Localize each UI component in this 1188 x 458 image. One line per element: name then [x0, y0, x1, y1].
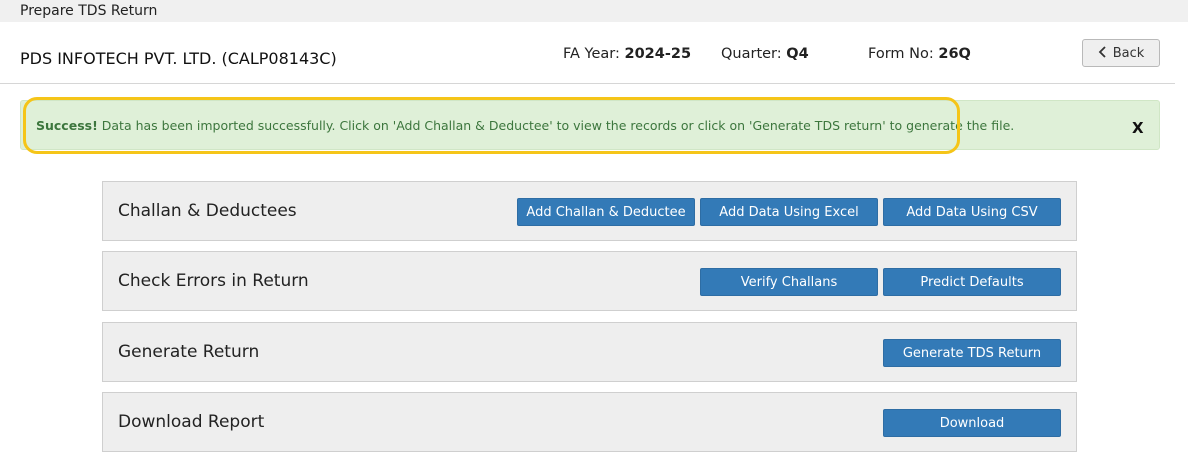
form-number-value: 26Q — [938, 46, 971, 62]
form-number-label: Form No: — [868, 46, 939, 62]
add-challan-deductee-button[interactable]: Add Challan & Deductee — [517, 198, 695, 226]
header: PDS INFOTECH PVT. LTD. (CALP08143C) FA Y… — [0, 22, 1175, 84]
verify-challans-button[interactable]: Verify Challans — [700, 268, 878, 296]
download-button[interactable]: Download — [883, 409, 1061, 437]
add-data-excel-button[interactable]: Add Data Using Excel — [700, 198, 878, 226]
download-report-title: Download Report — [118, 412, 265, 432]
back-button-label: Back — [1112, 45, 1145, 61]
generate-tds-return-button[interactable]: Generate TDS Return — [883, 339, 1061, 367]
quarter-label: Quarter: — [721, 46, 787, 62]
success-alert: Success! Data has been imported successf… — [20, 100, 1160, 150]
generate-return-panel: Generate Return Generate TDS Return — [102, 322, 1077, 382]
alert-close-button[interactable]: X — [1132, 119, 1144, 137]
chevron-left-icon — [1098, 45, 1107, 61]
form-number: Form No: 26Q — [868, 46, 971, 62]
alert-message: Data has been imported successfully. Cli… — [97, 118, 1015, 133]
alert-strong: Success! — [36, 118, 98, 133]
add-data-csv-button[interactable]: Add Data Using CSV — [883, 198, 1061, 226]
fa-year-label: FA Year: — [563, 46, 625, 62]
challan-deductees-title: Challan & Deductees — [118, 201, 297, 221]
company-name: PDS INFOTECH PVT. LTD. (CALP08143C) — [20, 49, 337, 68]
generate-return-title: Generate Return — [118, 342, 260, 362]
check-errors-title: Check Errors in Return — [118, 271, 309, 291]
check-errors-panel: Check Errors in Return Verify Challans P… — [102, 251, 1077, 311]
predict-defaults-button[interactable]: Predict Defaults — [883, 268, 1061, 296]
fa-year-value: 2024-25 — [624, 46, 692, 62]
alert-text: Success! Data has been imported successf… — [36, 118, 1014, 133]
page-title: Prepare TDS Return — [0, 0, 1188, 22]
challan-deductees-panel: Challan & Deductees Add Challan & Deduct… — [102, 181, 1077, 241]
back-button[interactable]: Back — [1082, 39, 1160, 67]
download-report-panel: Download Report Download — [102, 392, 1077, 452]
quarter: Quarter: Q4 — [721, 46, 809, 62]
fa-year: FA Year: 2024-25 — [563, 46, 691, 62]
quarter-value: Q4 — [786, 46, 809, 62]
